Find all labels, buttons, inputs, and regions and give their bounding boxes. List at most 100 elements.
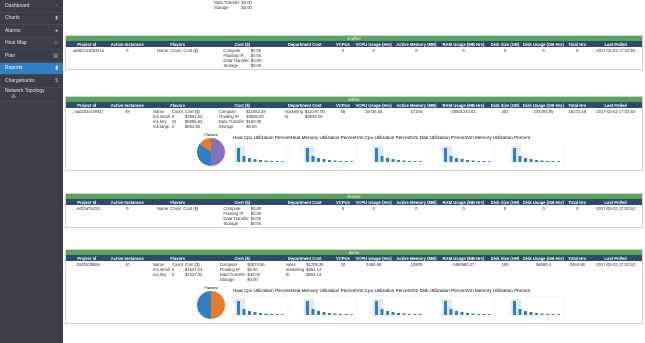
column-header: Disk Size (GB) xyxy=(488,41,522,47)
mini-chart-bar xyxy=(350,161,353,162)
mini-chart-bar xyxy=(339,314,342,315)
mini-chart-bar xyxy=(419,314,422,315)
mini-chart-bar xyxy=(339,161,342,162)
project-table: Project Id Active Instances Flavors Cost ($… xyxy=(66,102,642,130)
cell-polled: 2017-02-02 17:02:53 xyxy=(596,262,636,267)
dept-value: $3049.26 xyxy=(305,114,323,119)
mini-chart-bar xyxy=(259,313,262,315)
column-header: VCPU Usage (Hrs) xyxy=(352,199,395,205)
cost-row: Storage $0.00 xyxy=(218,124,267,129)
sidebar-item-network-topology[interactable]: Network Topology ⁂ xyxy=(0,88,63,102)
flavor-row: m1.tiny 5 $1537.32 xyxy=(152,272,203,277)
mini-chart-bar xyxy=(546,161,549,162)
active-instances: 10 xyxy=(124,262,130,267)
cell-polled: 2017-02-02 17:02:53 xyxy=(596,48,636,53)
sidebar-item-plan[interactable]: Plan ▤ xyxy=(0,50,63,63)
cell-active-mem: 0 xyxy=(415,206,418,211)
mini-chart-bar xyxy=(281,314,284,315)
mini-chart-bar xyxy=(242,309,246,315)
column-header: Disk Usage (GB Hrs) xyxy=(521,255,566,261)
sidebar-item-heat-map[interactable]: Heat Map ♨ xyxy=(0,38,63,50)
flavors-table: Name Count Cost ($) xyxy=(156,206,199,211)
department-cost-cell xyxy=(276,47,333,69)
flavors-table: Name Count Cost ($) xyxy=(156,48,199,53)
column-header: VCPUs xyxy=(333,255,353,261)
plan-icon: ▤ xyxy=(53,52,58,59)
cell-disk-size: 0 xyxy=(503,48,507,53)
cost-table: Compute $3074.56 Floating IP $0.00 Data Tran… xyxy=(219,262,266,282)
mini-chart-bar xyxy=(270,161,273,162)
sidebar-item-dashboard[interactable]: Dashboard ◔ xyxy=(0,0,63,13)
flavor-value: $864.55 xyxy=(184,124,201,129)
report-main: Data Transfer $0.00 Storage $0.00 scvillier… xyxy=(63,0,645,343)
mini-chart-bar xyxy=(253,312,257,315)
cell-ram-usage: 28001343.61 xyxy=(451,109,476,114)
flavor-header: Name xyxy=(157,48,169,53)
active-instances: 0 xyxy=(126,48,129,53)
mini-chart-bar xyxy=(460,312,464,315)
cell-total: 15272.49 xyxy=(568,109,587,114)
mini-chart-bar xyxy=(322,312,326,315)
mini-chart-bar xyxy=(513,148,516,162)
mini-chart-bar xyxy=(455,311,458,315)
mini-chart-bar xyxy=(444,148,447,162)
dashboard-icon: ◔ xyxy=(54,2,58,9)
column-header: Total Hrs xyxy=(565,255,590,261)
cell-vcpus: 0 xyxy=(341,48,345,53)
cell-vcpu-usage: 0 xyxy=(372,206,375,211)
table-row: ...4ad201e109f2) 49 Name Count Cost ($) m1.sm… xyxy=(66,108,642,130)
mini-chart-bar xyxy=(471,160,475,162)
column-header: Active Memory (MB) xyxy=(394,255,439,261)
mini-chart-bar xyxy=(386,311,389,315)
flavor-header: Count xyxy=(170,206,182,211)
mini-chart-bar xyxy=(391,159,395,162)
cell-vcpus: 55 xyxy=(340,109,346,114)
mini-chart-bar xyxy=(386,158,389,162)
mini-chart-bar xyxy=(546,314,549,315)
dept-name: hr xyxy=(285,272,290,277)
flavors-table: Name Count Cost ($) m1.small 5 $1537.23 m1.tin… xyxy=(152,262,203,277)
sidebar-item-alarms[interactable]: Alarms ♠ xyxy=(0,25,63,38)
utilization-charts: Flavors Heat Cpu Utilization PercentHeat … xyxy=(197,132,565,166)
cell-active-mem: 0 xyxy=(415,48,418,53)
mini-chart-bar xyxy=(311,156,315,162)
mini-chart-bar xyxy=(413,161,417,162)
topology-icon: ⁂ xyxy=(11,94,16,100)
flavor-header: Cost ($) xyxy=(183,206,199,211)
mini-chart-bar xyxy=(375,301,378,315)
cost-table: Compute $0.00 Floating IP $0.00 Data Transfe… xyxy=(222,48,262,68)
mini-chart-bar xyxy=(419,161,422,162)
dollar-icon: $ xyxy=(55,77,58,84)
column-header: Active Memory (MB) xyxy=(394,41,439,47)
sidebar-item-charts[interactable]: Charts ▮ xyxy=(0,13,63,25)
cell-disk-usage: 0 xyxy=(542,206,545,211)
charts-icon: ▮ xyxy=(55,15,58,22)
mini-chart-bar xyxy=(397,160,400,162)
project-table: Project Id Active Instances Flavors Cost ($… xyxy=(66,199,642,227)
flavors-cell: Name Count Cost ($) xyxy=(147,47,208,69)
cell-active-mem: 12800 xyxy=(410,262,423,267)
column-header: Disk Size (GB) xyxy=(488,199,522,205)
sidebar: Dashboard ◔ Charts ▮ Alarms ♠ Heat Map ♨ Plan ▤ Re… xyxy=(0,0,63,343)
flavor-header-row: Name Count Cost ($) xyxy=(156,206,199,211)
cell-disk-size: 0 xyxy=(503,206,507,211)
mini-chart-bar xyxy=(306,301,309,315)
cell-disk-size: 105 xyxy=(501,262,509,267)
mini-chart-bar xyxy=(529,312,533,315)
column-header: RAM Usage (MB Hrs) xyxy=(438,102,489,108)
cell-active-mem: 57344 xyxy=(410,109,423,114)
dept-value: $853.14 xyxy=(306,272,322,277)
charts-row: Flavors Heat Cpu Utilization PercentHeat … xyxy=(66,283,642,323)
mini-chart-bar xyxy=(408,161,411,162)
cell-ram-usage: 0 xyxy=(462,48,465,53)
mini-chart-bar xyxy=(380,309,384,315)
mini-chart-bar xyxy=(248,311,251,315)
mini-chart-bar xyxy=(253,159,257,162)
mini-chart-bar xyxy=(477,161,480,162)
cell-polled: 2017-02-02 17:02:53 xyxy=(596,109,636,114)
mini-chart-bar xyxy=(402,160,406,162)
mini-chart-bar xyxy=(455,158,458,162)
sidebar-item-chargebacks[interactable]: Chargebacks $ xyxy=(0,75,63,88)
sidebar-item-reports[interactable]: Reports ▮ xyxy=(0,62,63,75)
column-header: Total Hrs xyxy=(565,199,590,205)
